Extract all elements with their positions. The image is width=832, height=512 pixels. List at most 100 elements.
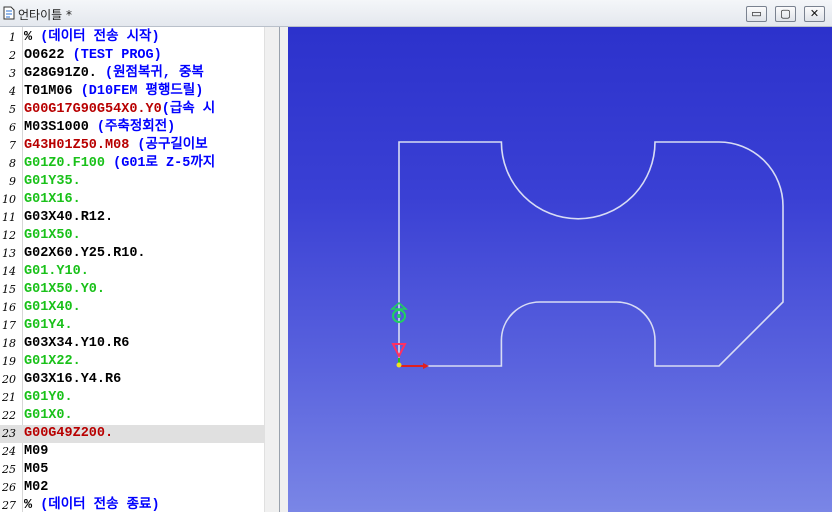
code-text: G01X0.: [24, 407, 73, 425]
line-number: 16: [2, 301, 16, 314]
code-text: G01X40.: [24, 299, 81, 317]
code-line[interactable]: 4 T01M06 (D10FEM 평행드릴): [0, 83, 266, 101]
line-number: 18: [2, 337, 16, 350]
code-command: G03X16.Y4.R6: [24, 372, 122, 387]
line-number: 7: [9, 139, 16, 152]
line-number: 11: [2, 211, 16, 224]
code-text: G01Y4.: [24, 317, 73, 335]
close-button[interactable]: ✕: [804, 6, 825, 22]
line-number: 10: [2, 193, 16, 206]
code-line[interactable]: 6 M03S1000 (주축정회전): [0, 119, 266, 137]
code-command: G01X22.: [24, 354, 81, 369]
maximize-button[interactable]: ▢: [775, 6, 796, 22]
code-command: O0622: [24, 48, 65, 63]
code-command: G43H01Z50.M08: [24, 138, 130, 153]
code-line[interactable]: 5 G00G17G90G54X0.Y0(급속 시: [0, 101, 266, 119]
code-line[interactable]: 20 G03X16.Y4.R6: [0, 371, 266, 389]
code-line[interactable]: 26 M02: [0, 479, 266, 497]
code-command: T01M06: [24, 84, 73, 99]
code-comment: (급속 시: [161, 102, 216, 117]
code-line[interactable]: 1 % (데이터 전송 시작): [0, 29, 266, 47]
code-line[interactable]: 23 G00G49Z200.: [0, 425, 266, 443]
code-line[interactable]: 27% (데이터 전송 종료): [0, 497, 266, 512]
code-text: G01Y0.: [24, 389, 73, 407]
code-line[interactable]: 14 G01.Y10.: [0, 263, 266, 281]
window-title: 언타이틀 *: [18, 8, 72, 22]
code-line[interactable]: 10 G01X16.: [0, 191, 266, 209]
code-line[interactable]: 15 G01X50.Y0.: [0, 281, 266, 299]
code-command: M02: [24, 480, 49, 495]
code-comment: (원점복귀, 중복: [96, 66, 204, 81]
origin-dot: [396, 362, 402, 368]
code-command: G02X60.Y25.R10.: [24, 246, 146, 261]
line-number: 20: [2, 373, 16, 386]
code-command: G01X16.: [24, 192, 81, 207]
code-comment: (공구길이보: [129, 138, 208, 153]
code-line[interactable]: 22 G01X0.: [0, 407, 266, 425]
code-line[interactable]: 17 G01Y4.: [0, 317, 266, 335]
code-command: M03S1000: [24, 120, 89, 135]
code-text: M05: [24, 461, 48, 479]
code-comment: (D10FEM 평행드릴): [72, 84, 204, 99]
code-comment: (주축정회전): [88, 120, 176, 135]
code-line[interactable]: 25 M05: [0, 461, 266, 479]
code-text: T01M06 (D10FEM 평행드릴): [24, 83, 203, 101]
code-text: G01X50.: [24, 227, 81, 245]
line-number: 17: [2, 319, 16, 332]
minimize-icon: ▭: [751, 7, 762, 20]
code-text: G01X50.Y0.: [24, 281, 105, 299]
code-line[interactable]: 21 G01Y0.: [0, 389, 266, 407]
line-number: 9: [9, 175, 16, 188]
code-line[interactable]: 11 G03X40.R12.: [0, 209, 266, 227]
editor-scrollbar[interactable]: [264, 27, 279, 512]
code-line[interactable]: 7 G43H01Z50.M08 (공구길이보: [0, 137, 266, 155]
code-text: G00G49Z200.: [24, 425, 113, 443]
code-line[interactable]: 3 G28G91Z0. (원점복귀, 중복: [0, 65, 266, 83]
code-line[interactable]: 19 G01X22.: [0, 353, 266, 371]
code-command: G01X50.Y0.: [24, 282, 106, 297]
code-command: G03X40.R12.: [24, 210, 114, 225]
code-text: G03X34.Y10.R6: [24, 335, 129, 353]
code-line[interactable]: 16 G01X40.: [0, 299, 266, 317]
code-text: % (데이터 전송 시작): [24, 29, 160, 47]
document-icon: [3, 6, 15, 20]
code-line[interactable]: 2 O0622 (TEST PROG): [0, 47, 266, 65]
tool-center-dot: [397, 314, 401, 318]
code-line[interactable]: 13 G02X60.Y25.R10.: [0, 245, 266, 263]
line-number: 15: [2, 283, 16, 296]
code-text: G43H01Z50.M08 (공구길이보: [24, 137, 208, 155]
code-text: G01Z0.F100 (G01로 Z-5까지: [24, 155, 215, 173]
code-text: % (데이터 전송 종료): [24, 497, 160, 512]
code-line[interactable]: 24 M09: [0, 443, 266, 461]
code-text: M03S1000 (주축정회전): [24, 119, 175, 137]
code-line[interactable]: 12 G01X50.: [0, 227, 266, 245]
code-command: G28G91Z0.: [24, 66, 97, 81]
code-text: G03X40.R12.: [24, 209, 113, 227]
code-comment: (데이터 전송 종료): [32, 498, 160, 512]
title-bar: 언타이틀 * ▭ ▢ ✕: [0, 0, 832, 27]
code-command: G01X0.: [24, 408, 73, 423]
line-number: 2: [9, 49, 16, 62]
code-line[interactable]: 9 G01Y35.: [0, 173, 266, 191]
code-text: G02X60.Y25.R10.: [24, 245, 146, 263]
code-text: G00G17G90G54X0.Y0(급속 시: [24, 101, 215, 119]
code-command: %: [24, 30, 33, 45]
line-number: 19: [2, 355, 16, 368]
x-axis-arrow-head: [423, 363, 429, 369]
toolpath-contour: [398, 141, 784, 367]
code-command: G01.Y10.: [24, 264, 89, 279]
code-text: G01.Y10.: [24, 263, 89, 281]
toolpath-viewport[interactable]: [288, 27, 832, 512]
code-command: M05: [24, 462, 49, 477]
code-text: G01X22.: [24, 353, 81, 371]
code-line[interactable]: 18 G03X34.Y10.R6: [0, 335, 266, 353]
code-command: G01Y0.: [24, 390, 73, 405]
nc-code-editor[interactable]: 1% (데이터 전송 시작) 2 O0622 (TEST PROG) 3 G28G91Z…: [0, 27, 280, 512]
minimize-button[interactable]: ▭: [746, 6, 767, 22]
line-number: 1: [9, 31, 16, 44]
code-text: G03X16.Y4.R6: [24, 371, 121, 389]
maximize-icon: ▢: [780, 7, 791, 20]
code-line[interactable]: 8 G01Z0.F100 (G01로 Z-5까지: [0, 155, 266, 173]
pane-splitter[interactable]: [280, 27, 288, 512]
line-number: 14: [2, 265, 16, 278]
